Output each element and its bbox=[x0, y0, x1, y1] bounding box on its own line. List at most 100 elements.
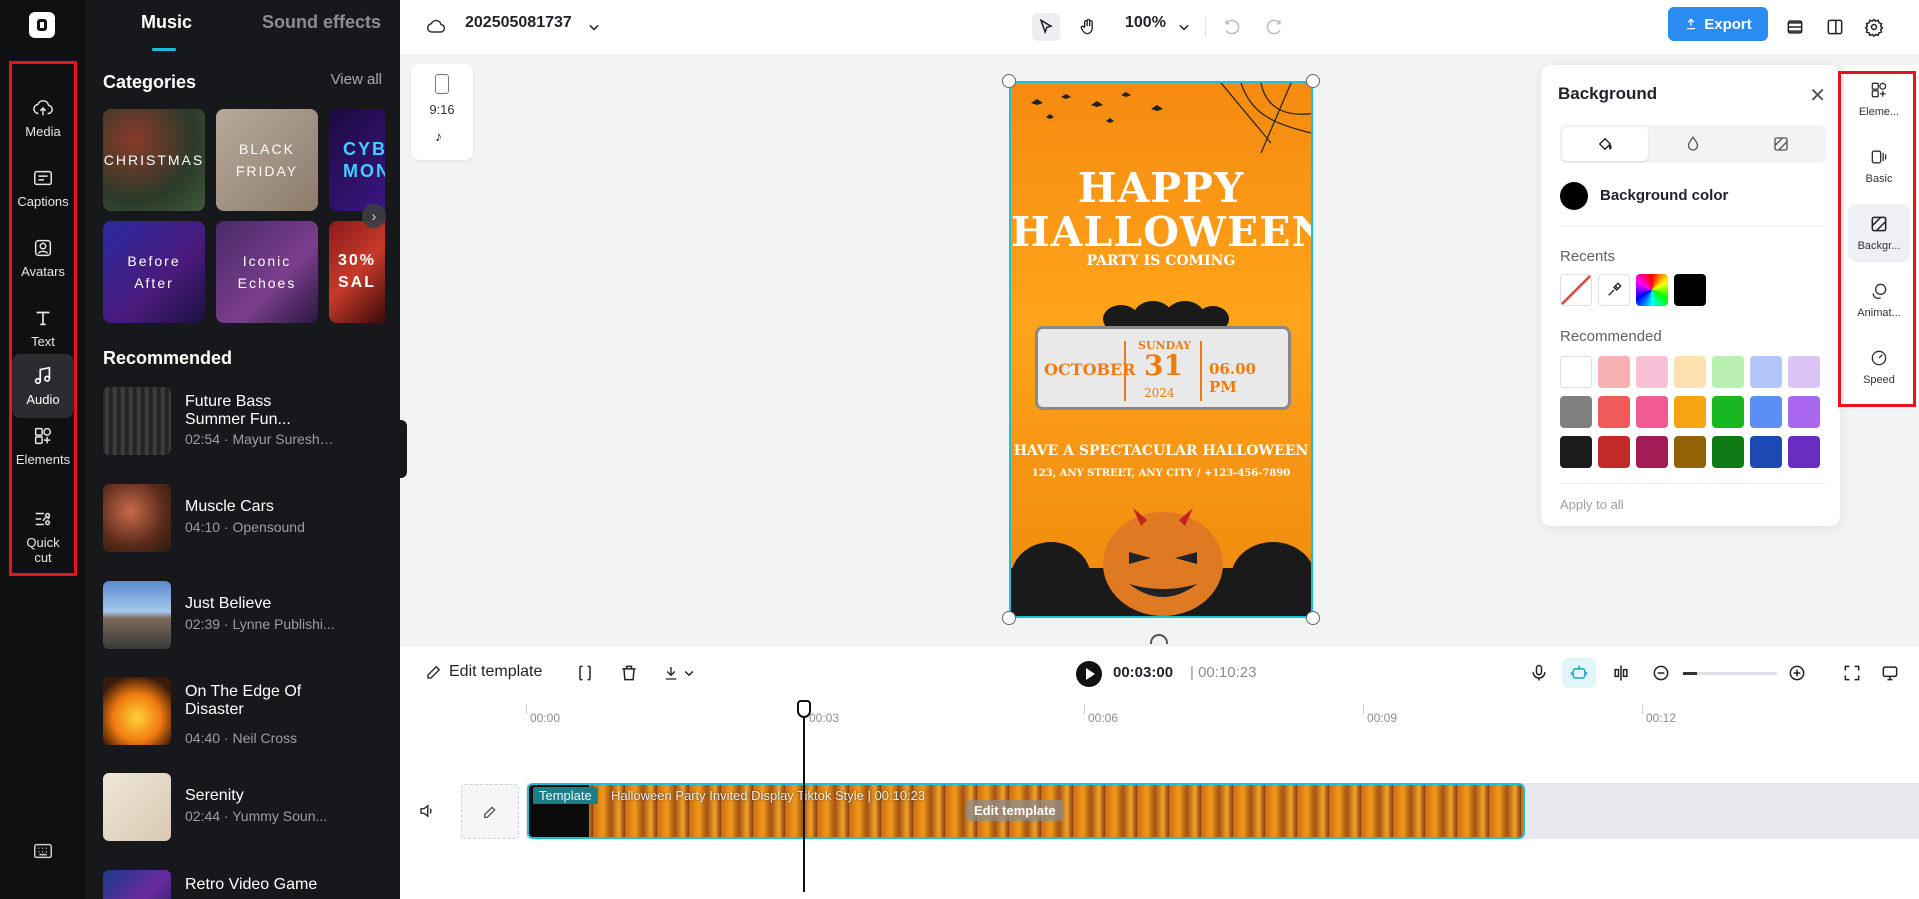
rail-item-quick-cut[interactable]: Quick cut bbox=[12, 500, 74, 572]
tab-image[interactable] bbox=[1738, 127, 1824, 161]
close-icon[interactable]: ✕ bbox=[1809, 83, 1826, 108]
recommended-color-swatch[interactable] bbox=[1636, 436, 1668, 468]
rr-item-basic[interactable]: Basic bbox=[1848, 137, 1910, 195]
split-button[interactable] bbox=[574, 662, 596, 684]
ai-magnet-toggle[interactable] bbox=[1562, 658, 1596, 688]
tab-blur[interactable] bbox=[1650, 127, 1736, 161]
hand-tool-button[interactable] bbox=[1074, 13, 1102, 41]
recommended-color-swatch[interactable] bbox=[1674, 396, 1706, 428]
recommended-color-swatch[interactable] bbox=[1712, 436, 1744, 468]
recommended-color-swatch[interactable] bbox=[1636, 396, 1668, 428]
eyedropper-icon[interactable] bbox=[1598, 274, 1630, 306]
redo-button[interactable] bbox=[1260, 13, 1288, 41]
category-black-friday[interactable]: BLACK FRIDAY bbox=[216, 109, 318, 211]
undo-button[interactable] bbox=[1218, 13, 1246, 41]
layout-toggle-button[interactable] bbox=[1821, 13, 1849, 41]
rr-item-elements[interactable]: Eleme... bbox=[1848, 70, 1910, 128]
tab-music[interactable]: Music bbox=[141, 12, 192, 33]
playhead-grip[interactable] bbox=[797, 700, 811, 718]
recommended-color-swatch[interactable] bbox=[1560, 356, 1592, 388]
layers-button[interactable] bbox=[1781, 13, 1809, 41]
resize-handle-bottom-right[interactable] bbox=[1306, 611, 1320, 625]
cloud-sync-icon[interactable] bbox=[422, 13, 450, 41]
playhead[interactable] bbox=[803, 700, 805, 892]
cover-edit-button[interactable] bbox=[461, 784, 519, 839]
rail-item-text[interactable]: Text bbox=[12, 296, 74, 360]
current-background-color-swatch[interactable] bbox=[1560, 182, 1588, 210]
timeline-zoom-slider[interactable] bbox=[1683, 672, 1777, 675]
rotate-handle-icon[interactable] bbox=[1150, 634, 1168, 644]
keyboard-shortcuts-button[interactable] bbox=[12, 838, 74, 868]
export-button[interactable]: Export bbox=[1668, 7, 1768, 41]
rail-item-captions[interactable]: Captions bbox=[12, 156, 74, 220]
rr-item-background[interactable]: Backgr... bbox=[1848, 204, 1910, 262]
recent-color-swatch[interactable] bbox=[1674, 274, 1706, 306]
track-item[interactable]: On The Edge Of Disaster 04:40 · Neil Cro… bbox=[103, 677, 393, 747]
track-mute-button[interactable] bbox=[418, 802, 436, 825]
recommended-color-swatch[interactable] bbox=[1598, 356, 1630, 388]
app-logo[interactable] bbox=[29, 12, 55, 38]
play-button[interactable] bbox=[1076, 661, 1102, 687]
category-before-after[interactable]: Before After bbox=[103, 221, 205, 323]
recommended-color-swatch[interactable] bbox=[1560, 396, 1592, 428]
zoom-in-button[interactable] bbox=[1786, 662, 1808, 684]
recommended-color-swatch[interactable] bbox=[1560, 436, 1592, 468]
edit-template-button[interactable]: Edit template bbox=[425, 663, 542, 681]
rail-item-media[interactable]: Media bbox=[12, 86, 74, 150]
category-sale[interactable]: 30% SAL bbox=[329, 221, 385, 323]
categories-next-button[interactable]: › bbox=[362, 204, 386, 228]
no-color-swatch[interactable] bbox=[1560, 274, 1592, 306]
canvas-poster[interactable]: HAPPY HALLOWEEN PARTY IS COMING OCTOBER … bbox=[1009, 81, 1313, 618]
apply-to-all-link[interactable]: Apply to all bbox=[1560, 497, 1624, 512]
recommended-color-swatch[interactable] bbox=[1750, 356, 1782, 388]
track-item[interactable]: Just Believe 02:39 · Lynne Publishi... bbox=[103, 581, 393, 651]
download-dropdown[interactable] bbox=[662, 662, 698, 684]
recommended-color-swatch[interactable] bbox=[1712, 356, 1744, 388]
zoom-chevron-icon[interactable] bbox=[1170, 13, 1198, 41]
resize-handle-top-left[interactable] bbox=[1002, 74, 1016, 88]
zoom-level[interactable]: 100% bbox=[1125, 14, 1166, 32]
fullscreen-button[interactable] bbox=[1841, 662, 1863, 684]
recommended-color-swatch[interactable] bbox=[1598, 396, 1630, 428]
view-all-link[interactable]: View all bbox=[331, 71, 382, 88]
rail-item-audio[interactable]: Audio bbox=[12, 354, 74, 418]
category-iconic-echoes[interactable]: Iconic Echoes bbox=[216, 221, 318, 323]
recommended-color-swatch[interactable] bbox=[1788, 396, 1820, 428]
rr-item-animation[interactable]: Animat... bbox=[1848, 271, 1910, 329]
track-item[interactable]: Muscle Cars 04:10 · Opensound bbox=[103, 484, 393, 554]
template-clip[interactable]: Template Halloween Party Invited Display… bbox=[527, 783, 1525, 839]
select-tool-button[interactable] bbox=[1032, 13, 1060, 41]
rr-item-speed[interactable]: Speed bbox=[1848, 338, 1910, 396]
recommended-color-swatch[interactable] bbox=[1636, 356, 1668, 388]
category-cyber-monday[interactable]: CYBE MON bbox=[329, 109, 385, 211]
clip-edit-template-button[interactable]: Edit template bbox=[966, 800, 1064, 821]
project-name[interactable]: 202505081737 bbox=[465, 14, 572, 32]
recommended-color-swatch[interactable] bbox=[1750, 436, 1782, 468]
resize-handle-bottom-left[interactable] bbox=[1002, 611, 1016, 625]
tab-sound-effects[interactable]: Sound effects bbox=[262, 12, 381, 33]
preview-button[interactable] bbox=[1879, 662, 1901, 684]
delete-button[interactable] bbox=[618, 662, 640, 684]
recommended-color-swatch[interactable] bbox=[1788, 436, 1820, 468]
category-christmas[interactable]: CHRISTMAS bbox=[103, 109, 205, 211]
zoom-out-button[interactable] bbox=[1650, 662, 1672, 684]
rail-item-avatars[interactable]: Avatars bbox=[12, 226, 74, 290]
recommended-color-swatch[interactable] bbox=[1712, 396, 1744, 428]
snap-button[interactable] bbox=[1610, 662, 1632, 684]
recommended-color-swatch[interactable] bbox=[1674, 356, 1706, 388]
tab-fill[interactable] bbox=[1562, 127, 1648, 161]
recommended-color-swatch[interactable] bbox=[1674, 436, 1706, 468]
settings-button[interactable] bbox=[1860, 13, 1888, 41]
recommended-color-swatch[interactable] bbox=[1598, 436, 1630, 468]
track-item[interactable]: Retro Video Game bbox=[103, 870, 393, 899]
chevron-down-icon[interactable] bbox=[580, 13, 608, 41]
track-item[interactable]: Serenity 02:44 · Yummy Soun... bbox=[103, 773, 393, 843]
microphone-button[interactable] bbox=[1528, 662, 1550, 684]
recommended-color-swatch[interactable] bbox=[1788, 356, 1820, 388]
track-item[interactable]: Future Bass Summer Fun... 02:54 · Mayur … bbox=[103, 387, 393, 457]
resize-handle-top-right[interactable] bbox=[1306, 74, 1320, 88]
color-picker-swatch[interactable] bbox=[1636, 274, 1668, 306]
recommended-color-swatch[interactable] bbox=[1750, 396, 1782, 428]
panel-collapse-handle[interactable] bbox=[397, 420, 407, 478]
aspect-ratio-card[interactable]: 9:16 ♪ bbox=[411, 64, 473, 160]
